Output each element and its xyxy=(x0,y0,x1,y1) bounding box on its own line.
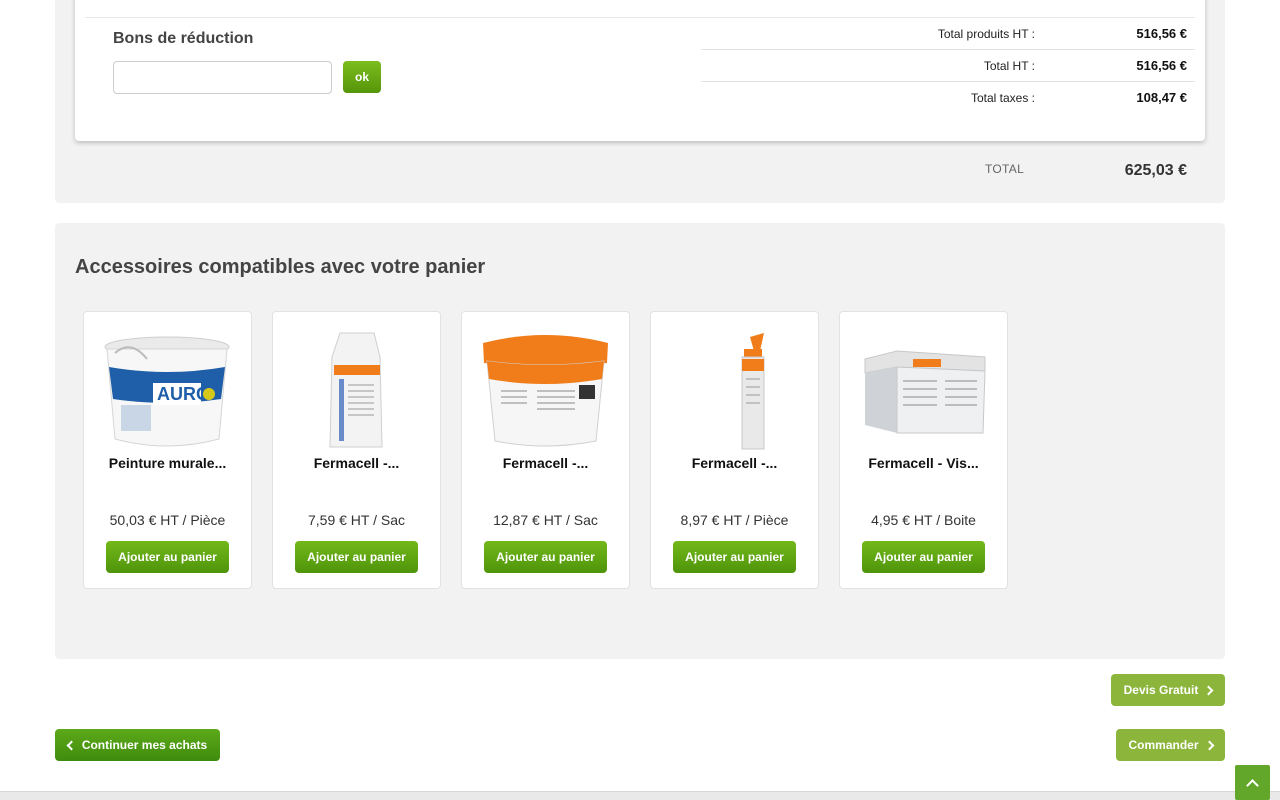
grand-total-value: 625,03 € xyxy=(1124,162,1187,179)
totals-value: 108,47 € xyxy=(1136,90,1187,105)
totals-label: Total HT : xyxy=(983,59,1035,73)
sealant-cartridge-icon xyxy=(741,333,765,450)
screw-box-icon xyxy=(864,350,986,434)
totals-value: 516,56 € xyxy=(1136,26,1187,41)
cart-summary-card: Bons de réduction ok Total produits HT :… xyxy=(75,0,1205,141)
product-price: 12,87 € HT / Sac xyxy=(493,512,598,528)
product-name[interactable]: Peinture murale... xyxy=(90,455,245,471)
product-price: 4,95 € HT / Boite xyxy=(871,512,976,528)
product-card: Fermacell -... 7,59 € HT / Sac Ajouter a… xyxy=(272,311,441,589)
chevron-right-icon xyxy=(1203,685,1214,695)
coupon-code-input[interactable] xyxy=(113,61,332,94)
grand-total-label: TOTAL xyxy=(985,162,1025,176)
free-quote-label: Devis Gratuit xyxy=(1123,683,1199,697)
chevron-left-icon xyxy=(66,740,77,750)
totals-row-ht: Total HT : 516,56 € xyxy=(701,50,1195,82)
product-card: Fermacell -... 12,87 € HT / Sac Ajouter … xyxy=(461,311,630,589)
order-label: Commander xyxy=(1128,738,1199,752)
totals-label: Total taxes : xyxy=(970,91,1035,105)
continue-shopping-label: Continuer mes achats xyxy=(81,738,208,752)
coupon-submit-button[interactable]: ok xyxy=(343,61,381,93)
scroll-to-top-button[interactable] xyxy=(1235,765,1270,800)
product-name[interactable]: Fermacell -... xyxy=(657,455,812,471)
paint-bucket-fermacell-icon xyxy=(483,335,608,447)
filler-bag-icon xyxy=(329,332,383,448)
accessories-section: Accessoires compatibles avec votre panie… xyxy=(55,223,1225,659)
product-card: AURO Peinture murale... 50,03 € HT / Piè… xyxy=(83,311,252,589)
add-to-cart-button[interactable]: Ajouter au panier xyxy=(484,541,607,573)
totals-row-products-ht: Total produits HT : 516,56 € xyxy=(701,18,1195,50)
chevron-up-icon xyxy=(1246,778,1259,792)
product-price: 50,03 € HT / Pièce xyxy=(109,512,226,528)
product-name[interactable]: Fermacell - Vis... xyxy=(846,455,1001,471)
product-card: Fermacell -... 8,97 € HT / Pièce Ajouter… xyxy=(650,311,819,589)
add-to-cart-button[interactable]: Ajouter au panier xyxy=(673,541,796,573)
product-name[interactable]: Fermacell -... xyxy=(468,455,623,471)
chevron-right-icon xyxy=(1204,740,1214,750)
order-button[interactable]: Commander xyxy=(1116,729,1225,761)
continue-shopping-button[interactable]: Continuer mes achats xyxy=(55,729,220,761)
product-name[interactable]: Fermacell -... xyxy=(279,455,434,471)
paint-bucket-auro-icon: AURO xyxy=(104,336,230,447)
product-price: 8,97 € HT / Pièce xyxy=(680,512,789,528)
totals-row-taxes: Total taxes : 108,47 € xyxy=(701,82,1195,114)
accessories-title: Accessoires compatibles avec votre panie… xyxy=(75,256,486,278)
coupon-title: Bons de réduction xyxy=(113,30,254,47)
footer-edge xyxy=(0,791,1280,800)
cart-summary-section: Bons de réduction ok Total produits HT :… xyxy=(55,0,1225,203)
free-quote-button[interactable]: Devis Gratuit xyxy=(1111,674,1225,706)
add-to-cart-button[interactable]: Ajouter au panier xyxy=(106,541,229,573)
product-price: 7,59 € HT / Sac xyxy=(307,512,405,528)
totals-label: Total produits HT : xyxy=(937,27,1035,41)
totals-value: 516,56 € xyxy=(1136,58,1187,73)
add-to-cart-button[interactable]: Ajouter au panier xyxy=(862,541,985,573)
product-card: Fermacell - Vis... 4,95 € HT / Boite Ajo… xyxy=(839,311,1008,589)
svg-text:AURO: AURO xyxy=(157,384,210,404)
add-to-cart-button[interactable]: Ajouter au panier xyxy=(295,541,418,573)
